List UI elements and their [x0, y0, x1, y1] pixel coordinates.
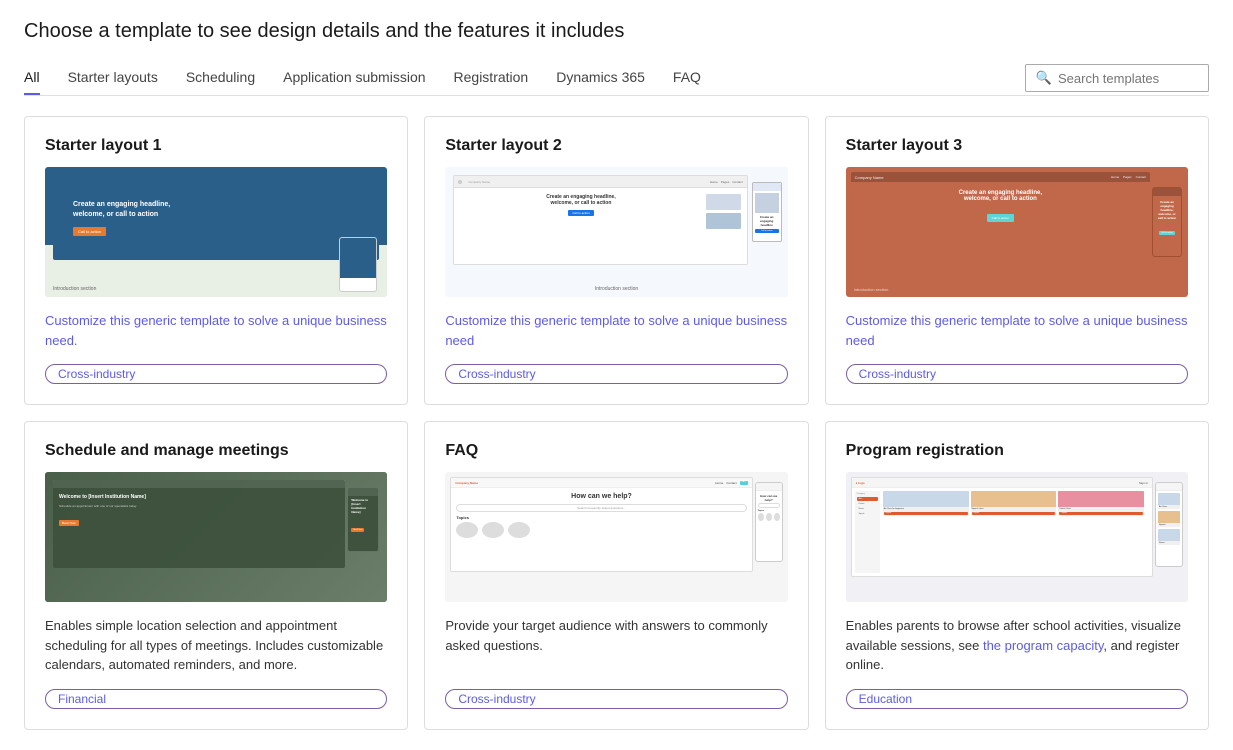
preview-mockup-desktop: Create an engaging headline,welcome, or … [53, 175, 379, 260]
template-card-program-registration[interactable]: Program registration ● logo Sign in Cate… [825, 421, 1209, 730]
card-title: Schedule and manage meetings [45, 442, 387, 460]
card-title: Starter layout 1 [45, 137, 387, 155]
card-description: Enables simple location selection and ap… [45, 616, 387, 675]
tab-scheduling[interactable]: Scheduling [186, 61, 255, 95]
card-description: Customize this generic template to solve… [846, 311, 1188, 350]
page-container: Choose a template to see design details … [0, 0, 1233, 750]
card-tag: Education [846, 689, 1188, 709]
card-tag: Cross-industry [445, 364, 787, 384]
template-card-starter-layout-2[interactable]: Starter layout 2 Company Name Home Pages… [424, 116, 808, 405]
card-description: Customize this generic template to solve… [445, 311, 787, 350]
template-card-faq[interactable]: FAQ Company Name Home Contact FAQ How ca… [424, 421, 808, 730]
card-description: Provide your target audience with answer… [445, 616, 787, 675]
card-preview: Welcome to [Insert Institution Name] Sch… [45, 472, 387, 602]
card-preview: Company Name Home Contact FAQ How can we… [445, 472, 787, 602]
template-card-schedule-meetings[interactable]: Schedule and manage meetings Welcome to … [24, 421, 408, 730]
tab-starter-layouts[interactable]: Starter layouts [68, 61, 158, 95]
card-tag: Financial [45, 689, 387, 709]
card-title: Starter layout 2 [445, 137, 787, 155]
tab-registration[interactable]: Registration [454, 61, 529, 95]
nav-bar: All Starter layouts Scheduling Applicati… [24, 61, 1209, 96]
search-icon: 🔍 [1036, 70, 1052, 86]
card-description: Enables parents to browse after school a… [846, 616, 1188, 675]
card-tag: Cross-industry [846, 364, 1188, 384]
card-preview: Company Name Home Pages Contact Create a… [846, 167, 1188, 297]
tab-faq[interactable]: FAQ [673, 61, 701, 95]
tab-all[interactable]: All [24, 61, 40, 95]
preview-mockup-mobile [339, 237, 377, 292]
template-card-starter-layout-1[interactable]: Starter layout 1 Create an engaging head… [24, 116, 408, 405]
card-tag: Cross-industry [445, 689, 787, 709]
card-title: Program registration [846, 442, 1188, 460]
card-preview: Company Name Home Pages Contact Create a… [445, 167, 787, 297]
card-tag: Cross-industry [45, 364, 387, 384]
card-title: FAQ [445, 442, 787, 460]
card-preview: ● logo Sign in Category Arts Dance Music… [846, 472, 1188, 602]
search-input[interactable] [1058, 71, 1198, 86]
nav-tabs: All Starter layouts Scheduling Applicati… [24, 61, 1005, 95]
tab-application-submission[interactable]: Application submission [283, 61, 425, 95]
tab-dynamics-365[interactable]: Dynamics 365 [556, 61, 645, 95]
page-title: Choose a template to see design details … [24, 20, 1209, 43]
template-card-starter-layout-3[interactable]: Starter layout 3 Company Name Home Pages… [825, 116, 1209, 405]
card-description: Customize this generic template to solve… [45, 311, 387, 350]
card-title: Starter layout 3 [846, 137, 1188, 155]
search-container: 🔍 [1025, 64, 1209, 92]
template-grid: Starter layout 1 Create an engaging head… [24, 116, 1209, 730]
card-preview: Create an engaging headline,welcome, or … [45, 167, 387, 297]
